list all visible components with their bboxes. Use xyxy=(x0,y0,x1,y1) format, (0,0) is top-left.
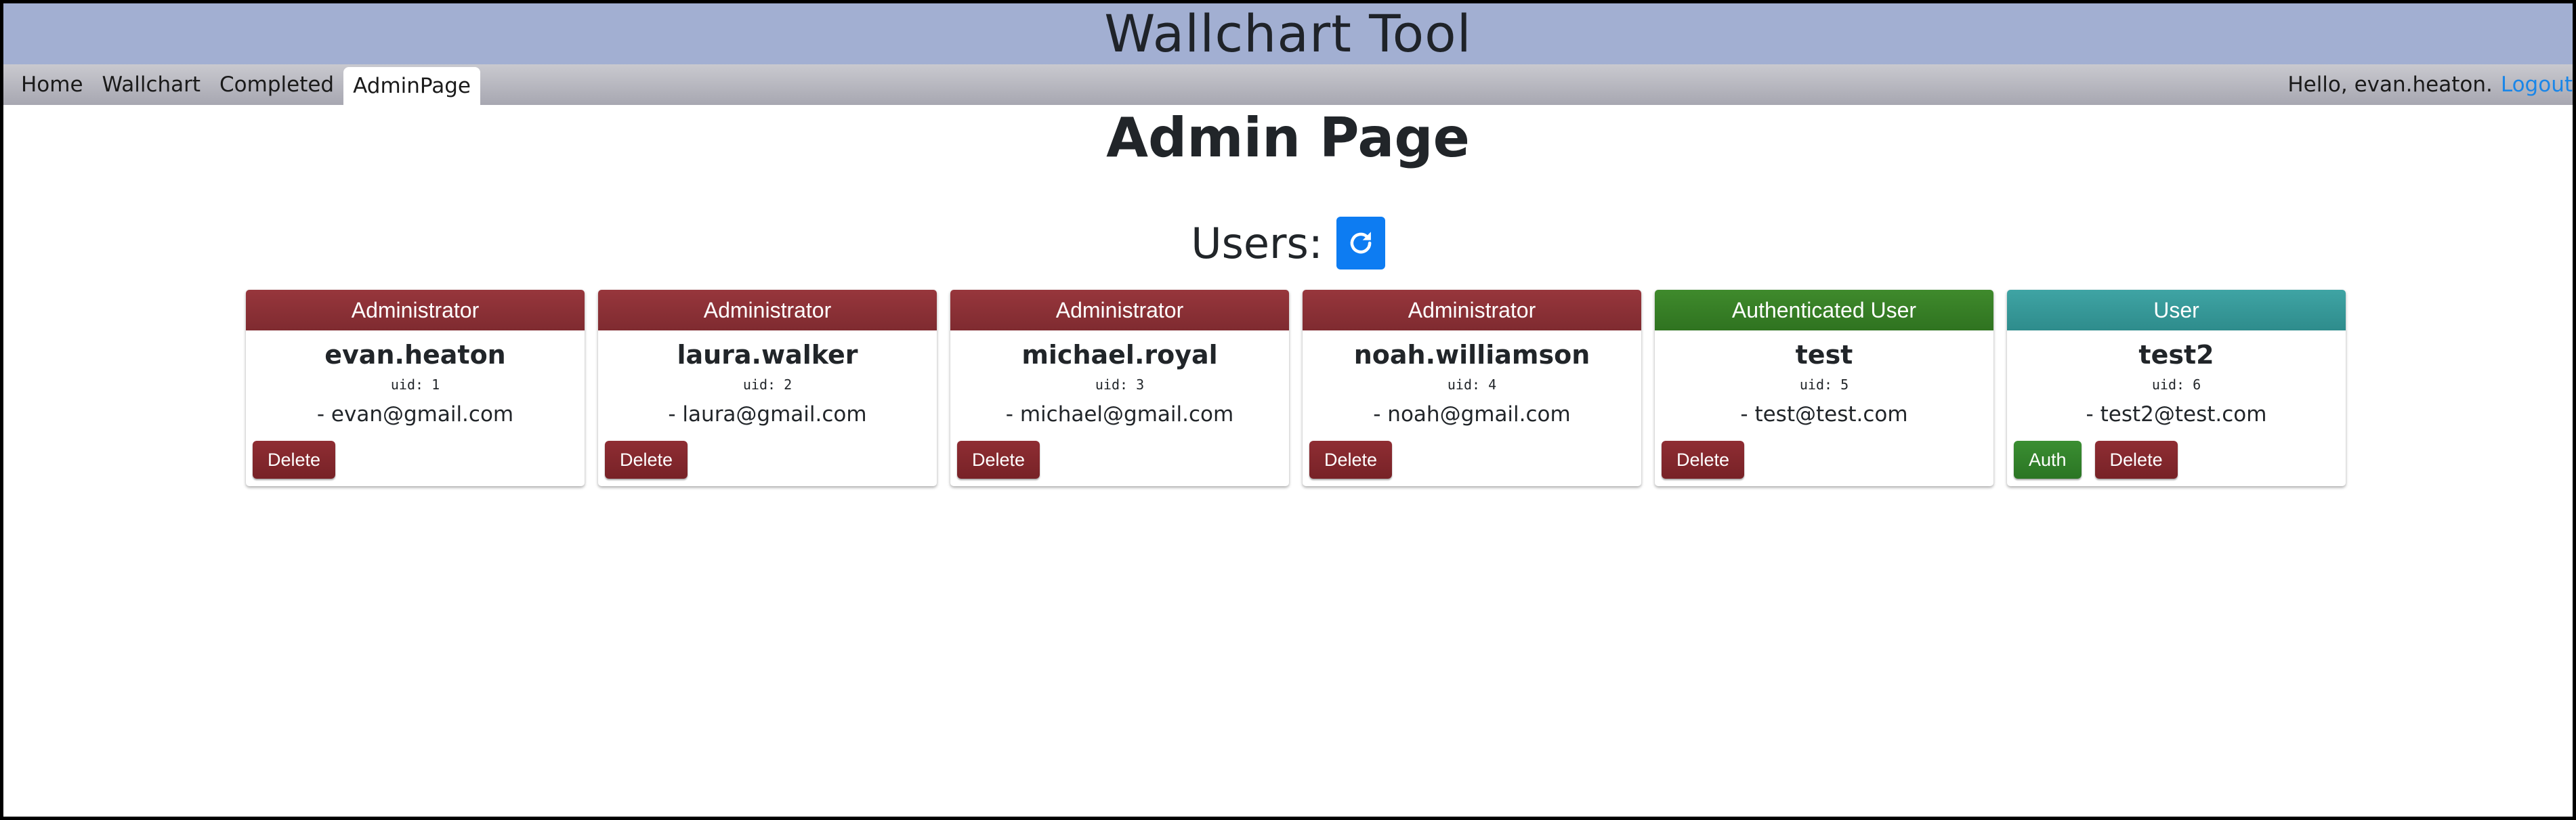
users-label: Users: xyxy=(1191,218,1323,268)
card-body: noah.williamson uid: 4 - noah@gmail.com xyxy=(1303,340,1641,427)
card-body: michael.royal uid: 3 - michael@gmail.com xyxy=(950,340,1289,427)
user-area: Hello, evan.heaton. Logout xyxy=(2287,64,2573,105)
auth-button[interactable]: Auth xyxy=(2014,441,2082,479)
card-actions: Delete xyxy=(1662,441,1745,479)
refresh-button[interactable] xyxy=(1336,217,1385,269)
nav-bar: Home Wallchart Completed AdminPage Hello… xyxy=(3,64,2573,105)
card-body: laura.walker uid: 2 - laura@gmail.com xyxy=(598,340,937,427)
role-header: Administrator xyxy=(950,290,1289,330)
nav-tab-wallchart[interactable]: Wallchart xyxy=(93,64,210,105)
username: test xyxy=(1795,340,1853,370)
delete-button[interactable]: Delete xyxy=(1662,441,1745,479)
delete-button[interactable]: Delete xyxy=(605,441,688,479)
username: test2 xyxy=(2138,340,2214,370)
username: laura.walker xyxy=(677,340,858,370)
card-actions: Auth Delete xyxy=(2014,441,2178,479)
card-body: evan.heaton uid: 1 - evan@gmail.com xyxy=(246,340,585,427)
user-card: Administrator evan.heaton uid: 1 - evan@… xyxy=(246,290,585,486)
card-actions: Delete xyxy=(605,441,688,479)
user-greeting: Hello, evan.heaton. xyxy=(2287,72,2493,97)
card-actions: Delete xyxy=(253,441,336,479)
card-body: test2 uid: 6 - test2@test.com xyxy=(2007,340,2346,427)
refresh-icon xyxy=(1350,232,1372,254)
user-email: - laura@gmail.com xyxy=(668,402,867,427)
role-header: Administrator xyxy=(1303,290,1641,330)
user-email: - test2@test.com xyxy=(2086,402,2267,427)
user-card: Authenticated User test uid: 5 - test@te… xyxy=(1655,290,1993,486)
username: michael.royal xyxy=(1021,340,1218,370)
card-actions: Delete xyxy=(1309,441,1393,479)
username: noah.williamson xyxy=(1353,340,1590,370)
nav-tabs: Home Wallchart Completed AdminPage xyxy=(3,64,480,105)
user-uid: uid: 1 xyxy=(390,376,440,393)
delete-button[interactable]: Delete xyxy=(957,441,1040,479)
user-card: User test2 uid: 6 - test2@test.com Auth … xyxy=(2007,290,2346,486)
nav-tab-home[interactable]: Home xyxy=(12,64,93,105)
delete-button[interactable]: Delete xyxy=(2094,441,2178,479)
app-header: Wallchart Tool xyxy=(3,3,2573,64)
user-uid: uid: 3 xyxy=(1095,376,1145,393)
user-uid: uid: 2 xyxy=(742,376,793,393)
role-header: Administrator xyxy=(246,290,585,330)
user-uid: uid: 5 xyxy=(1799,376,1849,393)
delete-button[interactable]: Delete xyxy=(253,441,336,479)
app-title: Wallchart Tool xyxy=(1104,3,1472,64)
page-title: Admin Page xyxy=(1106,106,1470,169)
user-card: Administrator laura.walker uid: 2 - laur… xyxy=(598,290,937,486)
nav-tab-adminpage[interactable]: AdminPage xyxy=(343,67,480,105)
delete-button[interactable]: Delete xyxy=(1309,441,1393,479)
user-card: Administrator noah.williamson uid: 4 - n… xyxy=(1303,290,1641,486)
user-email: - evan@gmail.com xyxy=(316,402,514,427)
role-header: Authenticated User xyxy=(1655,290,1993,330)
user-email: - noah@gmail.com xyxy=(1373,402,1571,427)
role-header: User xyxy=(2007,290,2346,330)
user-email: - michael@gmail.com xyxy=(1005,402,1234,427)
user-uid: uid: 6 xyxy=(2151,376,2201,393)
nav-tab-completed[interactable]: Completed xyxy=(210,64,343,105)
role-header: Administrator xyxy=(598,290,937,330)
user-email: - test@test.com xyxy=(1740,402,1908,427)
user-card: Administrator michael.royal uid: 3 - mic… xyxy=(950,290,1289,486)
card-body: test uid: 5 - test@test.com xyxy=(1655,340,1993,427)
card-actions: Delete xyxy=(957,441,1040,479)
logout-link[interactable]: Logout xyxy=(2501,72,2573,97)
user-uid: uid: 4 xyxy=(1447,376,1497,393)
users-heading: Users: xyxy=(0,217,2576,269)
username: evan.heaton xyxy=(324,340,506,370)
user-cards: Administrator evan.heaton uid: 1 - evan@… xyxy=(246,290,2346,486)
